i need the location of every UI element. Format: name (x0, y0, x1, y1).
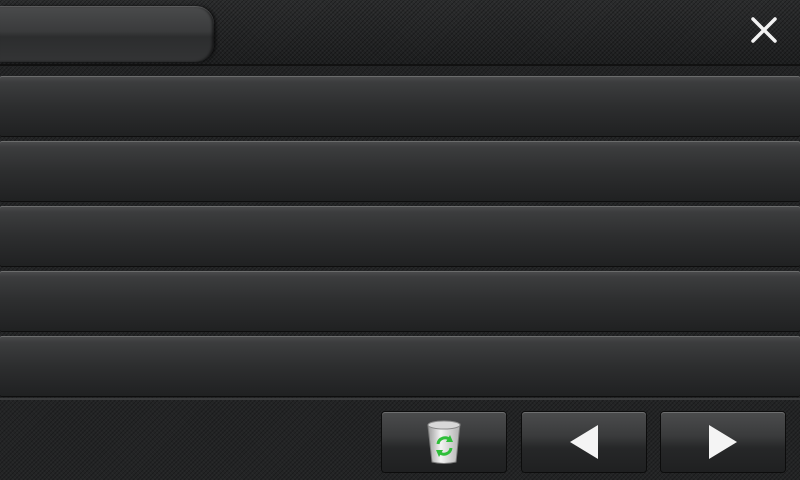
arrow-right-icon (709, 425, 737, 459)
list-item[interactable] (0, 336, 800, 396)
list-item[interactable] (0, 206, 800, 266)
screen (0, 0, 800, 480)
top-bar (0, 0, 800, 66)
next-page-button[interactable] (661, 412, 785, 472)
close-button[interactable] (742, 8, 786, 52)
item-list (0, 76, 800, 401)
arrow-left-icon (570, 425, 598, 459)
recycle-bin-button[interactable] (382, 412, 506, 472)
previous-page-button[interactable] (522, 412, 646, 472)
list-item[interactable] (0, 271, 800, 331)
title-tab (0, 6, 214, 62)
list-item[interactable] (0, 76, 800, 136)
list-item[interactable] (0, 141, 800, 201)
recycle-bin-icon (427, 420, 461, 464)
close-icon (751, 17, 777, 43)
bottom-toolbar (0, 398, 800, 480)
